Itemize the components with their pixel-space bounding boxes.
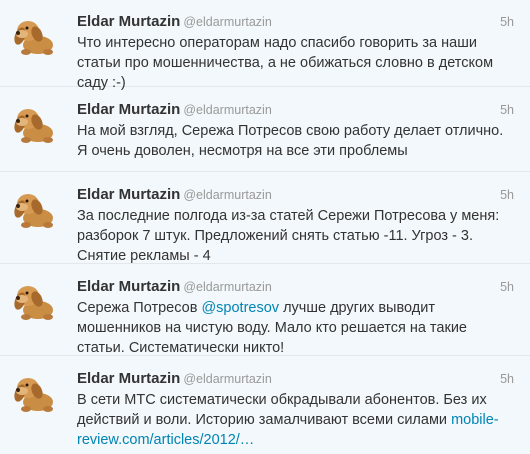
tweet-text: За последние полгода из-за статей Сережи… bbox=[77, 206, 514, 266]
plush-dog-avatar-icon[interactable] bbox=[10, 12, 58, 60]
tweet-timestamp[interactable]: 5h bbox=[500, 185, 514, 205]
plush-dog-avatar-icon[interactable] bbox=[10, 100, 58, 148]
tweet-text-part: За последние полгода из-за статей Сережи… bbox=[77, 208, 500, 264]
tweet-item[interactable]: Eldar Murtazin @eldarmurtazin 5h Сережа П… bbox=[0, 265, 530, 356]
author-handle[interactable]: @eldarmurtazin bbox=[183, 103, 271, 117]
mention-link[interactable]: @spotresov bbox=[201, 300, 279, 316]
tweet-text: На мой взгляд, Сережа Потресов свою рабо… bbox=[77, 121, 514, 161]
tweet-item[interactable]: Eldar Murtazin @eldarmurtazin 5h На мой в… bbox=[0, 88, 530, 172]
tweet-timestamp[interactable]: 5h bbox=[500, 100, 514, 120]
tweet-text: Сережа Потресов @spotresov лучше других … bbox=[77, 298, 514, 358]
tweet-text-part: В сети МТС систематически обкрадывали аб… bbox=[77, 392, 487, 428]
tweet-text-part: Что интересно операторам надо спасибо го… bbox=[77, 35, 494, 91]
tweet-timeline: Eldar Murtazin @eldarmurtazin 5h Что инте… bbox=[0, 0, 530, 454]
author-handle[interactable]: @eldarmurtazin bbox=[183, 15, 271, 29]
plush-dog-avatar-icon[interactable] bbox=[10, 185, 58, 233]
tweet-text-part: Сережа Потресов bbox=[77, 300, 202, 316]
plush-dog-avatar-icon[interactable] bbox=[10, 277, 58, 325]
author-name[interactable]: Eldar Murtazin bbox=[77, 370, 180, 387]
author-handle[interactable]: @eldarmurtazin bbox=[183, 188, 271, 202]
tweet-header: Eldar Murtazin @eldarmurtazin 5h bbox=[77, 277, 514, 297]
author-name[interactable]: Eldar Murtazin bbox=[77, 186, 180, 203]
tweet-text-part: На мой взгляд, Сережа Потресов свою рабо… bbox=[77, 123, 504, 159]
tweet-header: Eldar Murtazin @eldarmurtazin 5h bbox=[77, 12, 514, 32]
tweet-timestamp[interactable]: 5h bbox=[500, 369, 514, 389]
tweet-header: Eldar Murtazin @eldarmurtazin 5h bbox=[77, 100, 514, 120]
tweet-item[interactable]: Eldar Murtazin @eldarmurtazin 5h За после… bbox=[0, 173, 530, 264]
tweet-header: Eldar Murtazin @eldarmurtazin 5h bbox=[77, 185, 514, 205]
plush-dog-avatar-icon[interactable] bbox=[10, 369, 58, 417]
tweet-item[interactable]: Eldar Murtazin @eldarmurtazin 5h В сети М… bbox=[0, 357, 530, 454]
tweet-item[interactable]: Eldar Murtazin @eldarmurtazin 5h Что инте… bbox=[0, 0, 530, 91]
author-name[interactable]: Eldar Murtazin bbox=[77, 278, 180, 295]
tweet-text: Что интересно операторам надо спасибо го… bbox=[77, 33, 514, 93]
author-handle[interactable]: @eldarmurtazin bbox=[183, 372, 271, 386]
tweet-timestamp[interactable]: 5h bbox=[500, 12, 514, 32]
author-handle[interactable]: @eldarmurtazin bbox=[183, 280, 271, 294]
author-name[interactable]: Eldar Murtazin bbox=[77, 13, 180, 30]
tweet-timestamp[interactable]: 5h bbox=[500, 277, 514, 297]
tweet-header: Eldar Murtazin @eldarmurtazin 5h bbox=[77, 369, 514, 389]
tweet-text: В сети МТС систематически обкрадывали аб… bbox=[77, 390, 514, 450]
author-name[interactable]: Eldar Murtazin bbox=[77, 101, 180, 118]
